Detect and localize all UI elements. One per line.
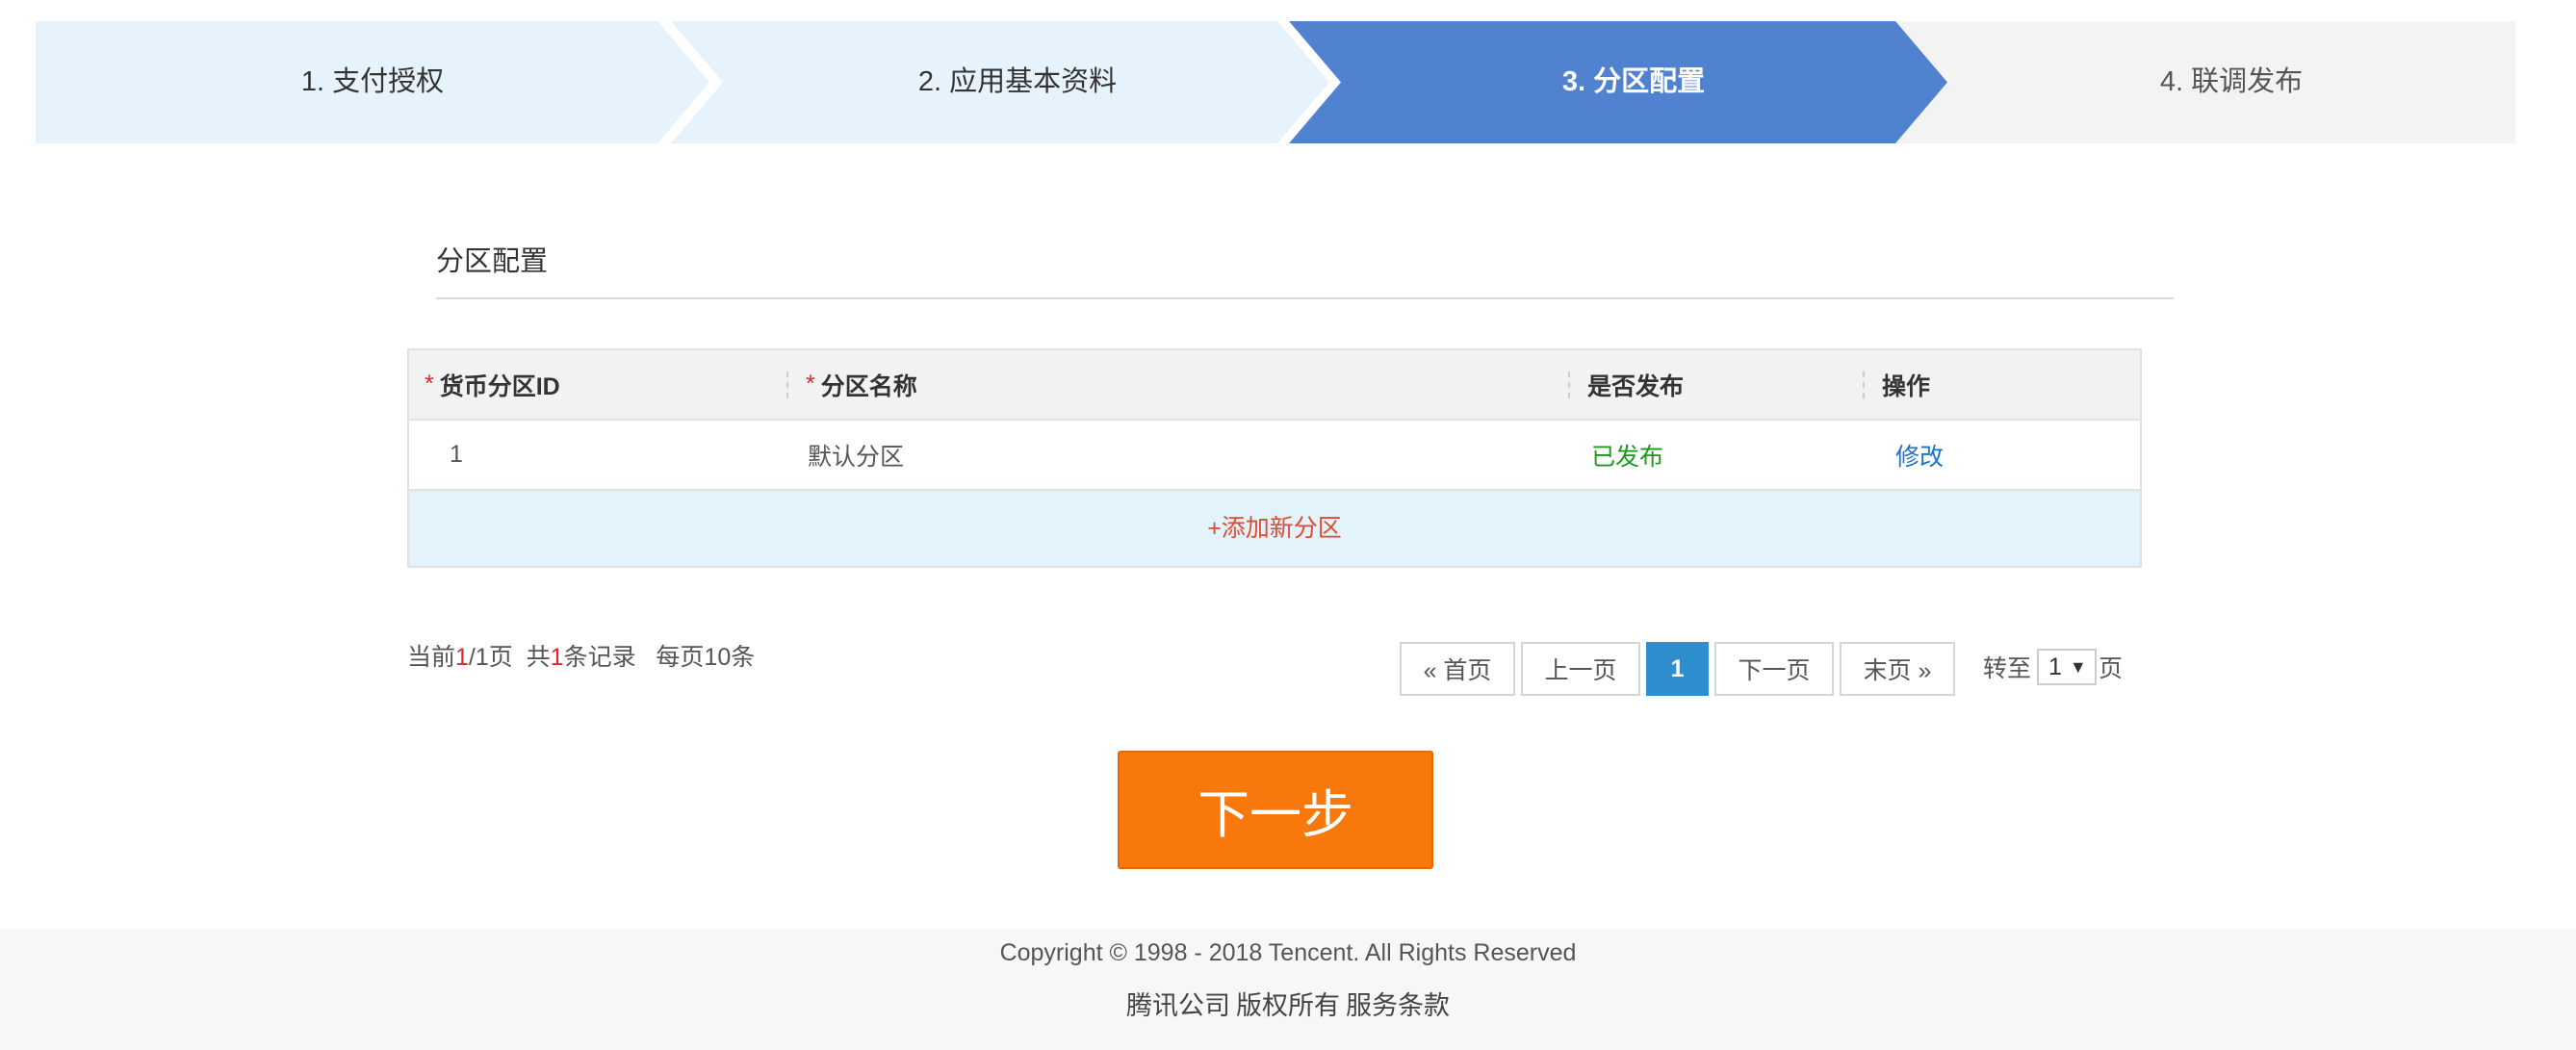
first-page-button[interactable]: « 首页	[1400, 642, 1515, 696]
pagination-info: 当前1/1页 共1条记录 每页10条	[407, 638, 755, 673]
page-1-button[interactable]: 1	[1646, 642, 1709, 696]
status-badge: 已发布	[1591, 443, 1664, 471]
total-records-count: 1	[550, 644, 564, 671]
table-header: * 货币分区ID * 分区名称 是否发布 操作	[409, 350, 2140, 421]
current-page-number: 1	[455, 644, 469, 671]
pagination-separator: /1页 共	[468, 644, 551, 671]
step-3-label: 3. 分区配置	[1561, 66, 1706, 97]
zone-name-cell: 默认分区	[808, 443, 905, 471]
step-1-label: 1. 支付授权	[300, 66, 445, 97]
zone-id-cell: 1	[450, 441, 463, 468]
column-header-action: 操作	[1882, 372, 1931, 400]
step-2-label: 2. 应用基本资料	[917, 66, 1118, 97]
goto-label: 转至	[1983, 655, 2032, 682]
goto-page-value: 1	[2048, 653, 2062, 680]
required-mark: *	[425, 371, 434, 397]
footer-link-copyright[interactable]: 版权所有	[1236, 991, 1340, 1020]
column-header-zone-id: * 货币分区ID	[425, 350, 560, 419]
column-resize-handle[interactable]	[786, 371, 788, 398]
goto-page-select[interactable]: 1 ▼	[2037, 649, 2097, 685]
required-mark: *	[806, 371, 815, 397]
edit-link[interactable]: 修改	[1895, 421, 1944, 489]
add-zone-button[interactable]: +添加新分区	[409, 491, 2140, 566]
column-resize-handle[interactable]	[1863, 371, 1865, 398]
step-4-label: 4. 联调发布	[2159, 66, 2304, 97]
footer-link-terms[interactable]: 服务条款	[1346, 991, 1450, 1020]
wizard-steps: 1. 支付授权 2. 应用基本资料 3. 分区配置 4. 联调发布	[36, 21, 2515, 143]
pagination-suffix: 条记录 每页10条	[563, 644, 756, 671]
footer: Copyright © 1998 - 2018 Tencent. All Rig…	[0, 930, 2576, 1050]
column-header-published: 是否发布	[1587, 372, 1685, 400]
footer-links: 腾讯公司 版权所有 服务条款	[0, 985, 2576, 1022]
zone-table: * 货币分区ID * 分区名称 是否发布 操作 1 默认分区 已发布 修改 +添…	[407, 348, 2142, 568]
next-step-button[interactable]: 下一步	[1118, 751, 1433, 869]
next-page-button[interactable]: 下一页	[1714, 642, 1834, 696]
table-row: 1 默认分区 已发布 修改	[409, 421, 2140, 491]
column-header-label: 货币分区ID	[439, 372, 560, 400]
column-header-label: 分区名称	[820, 372, 917, 400]
column-resize-handle[interactable]	[1568, 371, 1570, 398]
pagination-prefix: 当前	[407, 644, 456, 671]
footer-link-company[interactable]: 腾讯公司	[1126, 991, 1230, 1020]
copyright-text: Copyright © 1998 - 2018 Tencent. All Rig…	[999, 939, 1577, 966]
last-page-button[interactable]: 末页 »	[1840, 642, 1955, 696]
section-divider	[436, 297, 2174, 299]
chevron-down-icon: ▼	[2069, 656, 2087, 677]
goto-unit: 页	[2099, 655, 2124, 682]
prev-page-button[interactable]: 上一页	[1521, 642, 1640, 696]
section-title: 分区配置	[436, 246, 549, 277]
column-header-zone-name: * 分区名称	[806, 350, 917, 419]
